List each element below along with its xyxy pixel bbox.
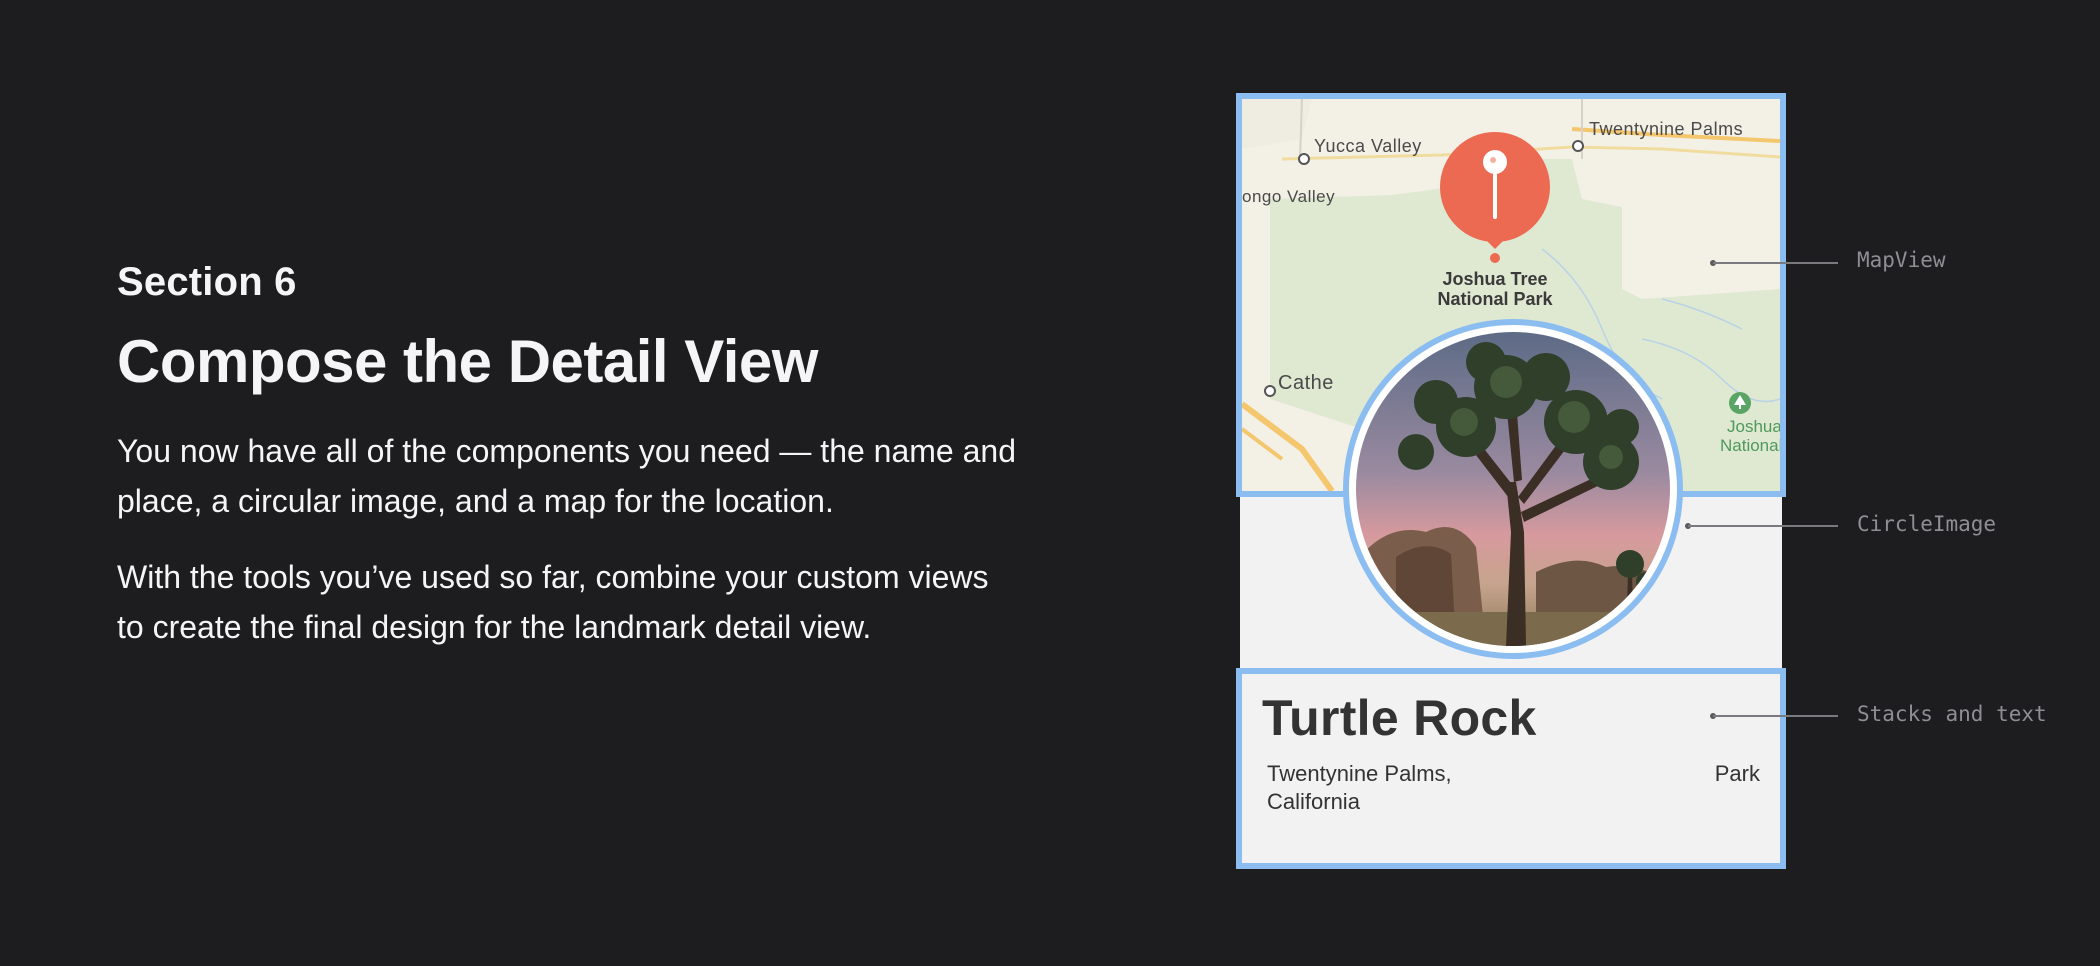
joshua-tree-photo <box>1356 332 1670 646</box>
detail-view-diagram: Yucca Valley Twentynine Palms ongo Valle… <box>1236 93 1786 869</box>
map-label-park-line-2: National Park <box>1437 289 1553 309</box>
map-label-park-small-1: Joshua Tre <box>1727 417 1780 436</box>
callout-line-map <box>1713 262 1838 264</box>
map-label-park-line-1: Joshua Tree <box>1442 269 1547 289</box>
town-marker <box>1298 153 1310 165</box>
town-marker <box>1572 140 1584 152</box>
intro-text: Section 6 Compose the Detail View You no… <box>117 256 1017 652</box>
map-label-cathedral-city: Cathe <box>1278 372 1334 394</box>
callout-stacks-and-text: Stacks and text <box>1857 702 2047 726</box>
page-title: Compose the Detail View <box>117 328 818 395</box>
section-label: Section 6 <box>117 260 297 304</box>
circle-image-highlight <box>1343 319 1683 659</box>
stacks-and-text: Turtle Rock Twentynine Palms, California… <box>1236 668 1786 869</box>
photo-small-tree-foliage <box>1616 550 1644 578</box>
callout-line-stacks <box>1713 715 1838 717</box>
callout-circleimage: CircleImage <box>1857 512 1997 536</box>
town-marker <box>1264 385 1276 397</box>
circle-image <box>1356 332 1670 646</box>
intro-paragraph: With the tools you’ve used so far, combi… <box>117 559 989 645</box>
map-label-morongo-valley: ongo Valley <box>1242 187 1335 206</box>
map-label-park-small-2: National Pa <box>1720 436 1780 455</box>
callout-mapview: MapView <box>1857 248 1946 272</box>
callout-line-circle <box>1688 525 1838 527</box>
landmark-park-type: Park <box>1714 761 1760 786</box>
landmark-location: Twentynine Palms, California <box>1267 761 1452 814</box>
circle-image-border <box>1349 325 1677 653</box>
intro-paragraph: You now have all of the components you n… <box>117 433 1016 519</box>
landmark-name: Turtle Rock <box>1262 690 1537 746</box>
map-label-yucca-valley: Yucca Valley <box>1314 136 1422 156</box>
map-label-twentynine-palms: Twentynine Palms <box>1589 119 1743 139</box>
tree-icon <box>1729 392 1751 414</box>
